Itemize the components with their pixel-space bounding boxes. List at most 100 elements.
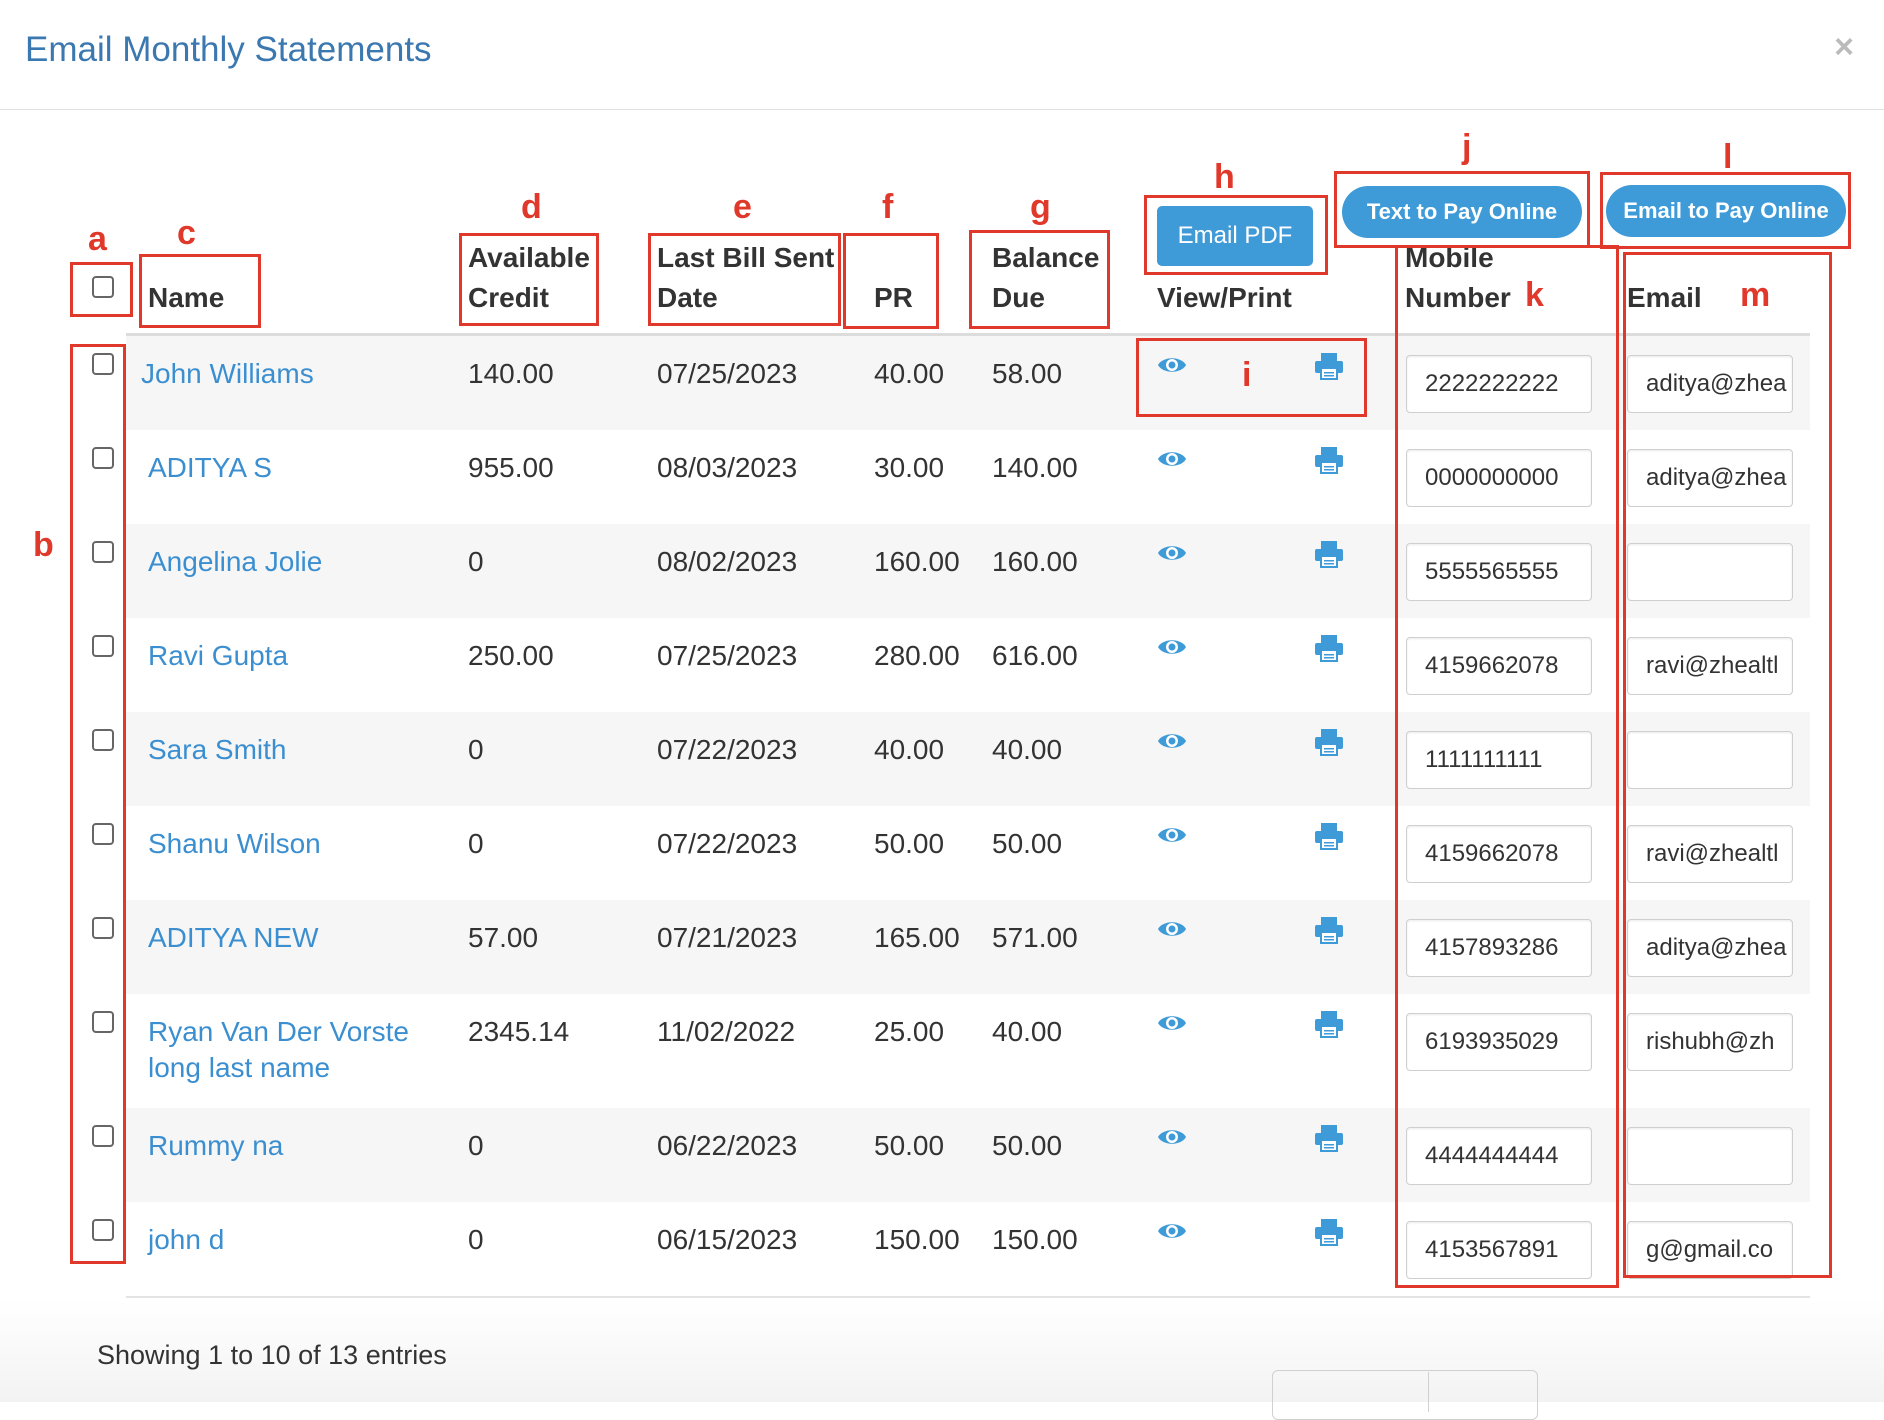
annotation-box-g xyxy=(969,230,1110,329)
available-credit: 0 xyxy=(468,734,484,765)
customer-name-link[interactable]: ADITYA NEW xyxy=(148,920,448,956)
last-bill-sent-date: 07/22/2023 xyxy=(657,734,798,765)
customer-name-link[interactable]: John Williams xyxy=(141,356,441,392)
annotation-box-d xyxy=(459,233,599,326)
annotation-label-i: i xyxy=(1242,356,1252,394)
customer-name-link[interactable]: ADITYA S xyxy=(148,450,448,486)
last-bill-sent-date: 06/15/2023 xyxy=(657,1224,798,1255)
pagination[interactable] xyxy=(1272,1370,1538,1420)
annotation-label-l: l xyxy=(1723,138,1733,176)
balance-due: 150.00 xyxy=(992,1224,1078,1255)
view-eye-icon[interactable] xyxy=(1157,1012,1187,1038)
view-eye-icon[interactable] xyxy=(1157,1126,1187,1152)
last-bill-sent-date: 07/25/2023 xyxy=(657,640,798,671)
available-credit: 140.00 xyxy=(468,358,554,389)
balance-due: 58.00 xyxy=(992,358,1063,389)
view-eye-icon[interactable] xyxy=(1157,1220,1187,1246)
modal-title: Email Monthly Statements xyxy=(25,30,432,69)
print-icon[interactable] xyxy=(1314,1218,1344,1246)
annotation-box-e xyxy=(648,233,841,326)
balance-due: 50.00 xyxy=(992,828,1063,859)
annotation-label-f: f xyxy=(882,188,894,226)
annotation-label-d: d xyxy=(521,188,542,226)
annotation-label-b: b xyxy=(33,526,54,564)
annotation-box-h xyxy=(1144,195,1328,275)
annotation-box-b xyxy=(70,344,126,1264)
pr-value: 160.00 xyxy=(874,546,960,577)
balance-due: 160.00 xyxy=(992,546,1078,577)
pr-value: 30.00 xyxy=(874,452,945,483)
last-bill-sent-date: 08/03/2023 xyxy=(657,452,798,483)
balance-due: 571.00 xyxy=(992,922,1078,953)
print-icon[interactable] xyxy=(1314,728,1344,756)
view-eye-icon[interactable] xyxy=(1157,636,1187,662)
available-credit: 0 xyxy=(468,828,484,859)
annotation-box-f xyxy=(843,233,939,329)
last-bill-sent-date: 07/22/2023 xyxy=(657,828,798,859)
customer-name-link[interactable]: Rummy na xyxy=(148,1128,448,1164)
customer-name-link[interactable]: john d xyxy=(148,1222,448,1258)
view-eye-icon[interactable] xyxy=(1157,730,1187,756)
annotation-box-l xyxy=(1600,172,1851,249)
entries-info: Showing 1 to 10 of 13 entries xyxy=(97,1340,447,1370)
print-icon[interactable] xyxy=(1314,822,1344,850)
pr-value: 40.00 xyxy=(874,358,945,389)
customer-name-link[interactable]: Ravi Gupta xyxy=(148,638,448,674)
annotation-label-k: k xyxy=(1525,276,1544,314)
annotation-box-j xyxy=(1334,171,1590,248)
balance-due: 50.00 xyxy=(992,1130,1063,1161)
last-bill-sent-date: 07/25/2023 xyxy=(657,358,798,389)
pr-value: 25.00 xyxy=(874,1016,945,1047)
pagination-divider xyxy=(1428,1372,1429,1412)
print-icon[interactable] xyxy=(1314,1010,1344,1038)
customer-name-link[interactable]: Ryan Van Der Vorste long last name xyxy=(148,1014,448,1086)
available-credit: 250.00 xyxy=(468,640,554,671)
view-eye-icon[interactable] xyxy=(1157,918,1187,944)
available-credit: 57.00 xyxy=(468,922,539,953)
view-eye-icon[interactable] xyxy=(1157,542,1187,568)
header-view-print: View/Print xyxy=(1157,282,1292,313)
view-eye-icon[interactable] xyxy=(1157,448,1187,474)
print-icon[interactable] xyxy=(1314,446,1344,474)
pr-value: 50.00 xyxy=(874,828,945,859)
customer-name-link[interactable]: Shanu Wilson xyxy=(148,826,448,862)
pr-value: 50.00 xyxy=(874,1130,945,1161)
pr-value: 150.00 xyxy=(874,1224,960,1255)
available-credit: 0 xyxy=(468,1224,484,1255)
available-credit: 0 xyxy=(468,546,484,577)
balance-due: 40.00 xyxy=(992,1016,1063,1047)
available-credit: 0 xyxy=(468,1130,484,1161)
last-bill-sent-date: 07/21/2023 xyxy=(657,922,798,953)
balance-due: 40.00 xyxy=(992,734,1063,765)
header-divider xyxy=(0,109,1884,110)
customer-name-link[interactable]: Sara Smith xyxy=(148,732,448,768)
annotation-box-m xyxy=(1623,252,1832,1278)
print-icon[interactable] xyxy=(1314,1124,1344,1152)
annotation-box-i xyxy=(1136,338,1367,417)
pr-value: 165.00 xyxy=(874,922,960,953)
annotation-label-e: e xyxy=(733,188,752,226)
annotation-box-k xyxy=(1395,245,1619,1288)
annotation-label-c: c xyxy=(177,214,196,252)
annotation-box-c xyxy=(139,254,261,328)
last-bill-sent-date: 11/02/2022 xyxy=(657,1016,796,1047)
view-eye-icon[interactable] xyxy=(1157,824,1187,850)
close-icon[interactable]: × xyxy=(1834,30,1854,64)
pr-value: 280.00 xyxy=(874,640,960,671)
pr-value: 40.00 xyxy=(874,734,945,765)
balance-due: 140.00 xyxy=(992,452,1078,483)
annotation-label-h: h xyxy=(1214,158,1235,196)
customer-name-link[interactable]: Angelina Jolie xyxy=(148,544,448,580)
balance-due: 616.00 xyxy=(992,640,1078,671)
print-icon[interactable] xyxy=(1314,634,1344,662)
annotation-label-j: j xyxy=(1462,128,1472,166)
print-icon[interactable] xyxy=(1314,540,1344,568)
annotation-label-m: m xyxy=(1740,276,1771,314)
annotation-label-a: a xyxy=(88,220,107,258)
annotation-label-g: g xyxy=(1030,188,1051,226)
last-bill-sent-date: 06/22/2023 xyxy=(657,1130,798,1161)
row-divider xyxy=(126,1296,1810,1298)
available-credit: 955.00 xyxy=(468,452,554,483)
last-bill-sent-date: 08/02/2023 xyxy=(657,546,798,577)
print-icon[interactable] xyxy=(1314,916,1344,944)
